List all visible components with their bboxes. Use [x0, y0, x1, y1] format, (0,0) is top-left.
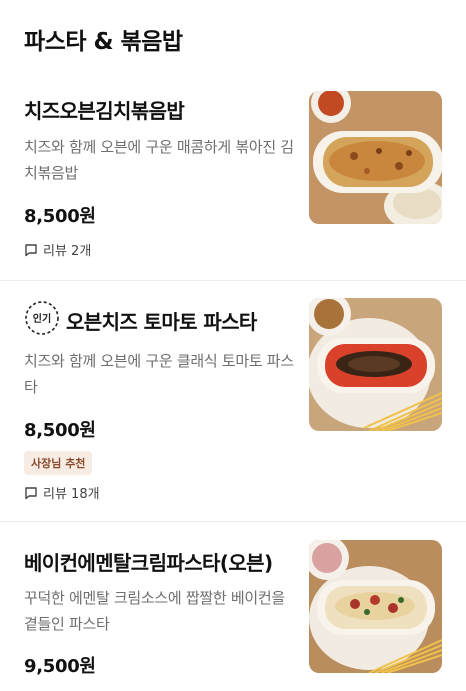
menu-item-bacon-cream-pasta[interactable]: 베이컨에멘탈크림파스타(오븐) 꾸덕한 에멘탈 크림소스에 짭짤한 베이컨을 곁…	[0, 522, 466, 691]
review-count: 리뷰 18개	[43, 487, 100, 502]
popular-label: 인기	[33, 312, 51, 325]
menu-item-name: 오븐치즈 토마토 파스타	[66, 310, 257, 334]
review-link[interactable]: 리뷰 2개	[24, 240, 91, 259]
comment-icon	[25, 243, 37, 256]
menu-item-description: 치즈와 함께 오븐에 구운 클래식 토마토 파스타	[24, 352, 294, 396]
kimchi-fried-rice-photo[interactable]	[309, 91, 442, 224]
menu-item-price: 8,500원	[24, 206, 96, 227]
cream-pasta-photo[interactable]	[309, 540, 442, 673]
menu-item-description: 꾸덕한 에멘탈 크림소스에 짭짤한 베이컨을 곁들인 파스타	[24, 589, 285, 633]
comment-icon	[25, 486, 37, 499]
menu-item-name: 치즈오븐김치볶음밥	[24, 99, 185, 123]
section-title: 파스타 & 볶음밥	[24, 29, 183, 55]
menu-item-tomato-pasta[interactable]: 인기 오븐치즈 토마토 파스타 치즈와 함께 오븐에 구운 클래식 토마토 파스…	[0, 281, 466, 521]
review-count: 리뷰 2개	[43, 244, 92, 259]
menu-item-description: 치즈와 함께 오븐에 구운 매콤하게 볶아진 김치볶음밥	[24, 138, 294, 182]
menu-item-kimchi-fried-rice[interactable]: 치즈오븐김치볶음밥 치즈와 함께 오븐에 구운 매콤하게 볶아진 김치볶음밥 8…	[0, 80, 466, 280]
menu-item-name: 베이컨에멘탈크림파스타(오븐)	[24, 551, 273, 575]
tomato-pasta-photo[interactable]	[309, 298, 442, 431]
popular-icon: 인기	[24, 300, 60, 336]
menu-item-price: 9,500원	[24, 656, 96, 677]
review-link[interactable]: 리뷰 18개	[24, 483, 100, 502]
menu-item-price: 8,500원	[24, 420, 96, 441]
owner-recommend-badge: 사장님 추천	[24, 451, 93, 475]
menu-page: 파스타 & 볶음밥 치즈오븐김치볶음밥 치즈와 함께 오븐에 구운 매콤하게 볶…	[0, 0, 466, 691]
